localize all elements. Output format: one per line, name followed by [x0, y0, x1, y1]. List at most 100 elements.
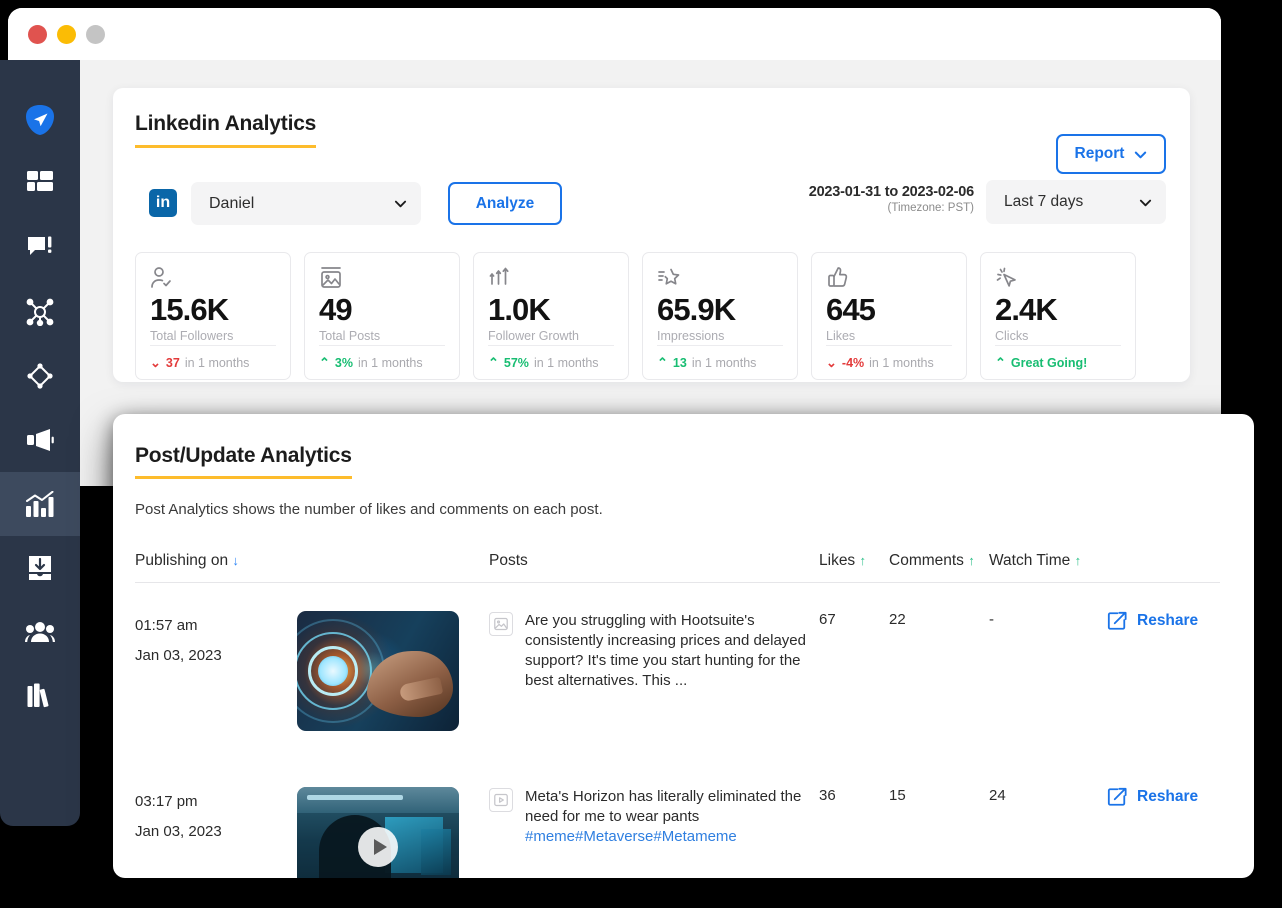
sidebar-item-team[interactable]: [0, 600, 80, 664]
sidebar-item-library[interactable]: [0, 664, 80, 728]
arrow-down-icon: ⌄: [826, 355, 837, 370]
linkedin-analytics-card: Linkedin Analytics Report in Daniel Anal…: [113, 88, 1190, 382]
cell-comments: 22: [889, 611, 906, 628]
stat-label: Total Posts: [319, 329, 381, 343]
stat-delta: ⌃ 57% in 1 months: [488, 346, 614, 379]
stat-card-total-followers: 15.6K Total Followers ⌄ 37 in 1 months: [135, 252, 291, 380]
sort-down-icon[interactable]: ↓: [232, 553, 239, 568]
column-header-likes[interactable]: Likes ↑: [819, 552, 889, 583]
column-header-watch-time[interactable]: Watch Time ↑: [989, 552, 1107, 583]
reshare-icon: [1107, 611, 1127, 630]
arrow-up-icon: ⌃: [488, 355, 499, 370]
thumbs-up-icon: [826, 266, 952, 292]
play-button-overlay[interactable]: [358, 827, 398, 867]
timezone-text: (Timezone: PST): [887, 202, 974, 214]
stat-label: Likes: [826, 329, 856, 343]
stat-delta-value: -4%: [841, 355, 865, 370]
report-button[interactable]: Report: [1056, 134, 1166, 174]
analyze-button[interactable]: Analyze: [448, 182, 562, 225]
send-logo-icon: [26, 105, 54, 135]
stat-delta: ⌃ Great Going!: [995, 346, 1121, 379]
hud-hub: [317, 656, 348, 686]
window-titlebar: [8, 8, 1221, 60]
post-text: Are you struggling with Hootsuite's cons…: [525, 612, 806, 689]
reshare-button[interactable]: Reshare: [1107, 787, 1198, 807]
sidebar-item-send-logo[interactable]: [0, 88, 80, 152]
sidebar-item-discovery[interactable]: [0, 344, 80, 408]
stat-delta-value: 13: [672, 355, 687, 370]
sort-up-icon[interactable]: ↑: [860, 553, 867, 568]
stat-value: 1.0K: [488, 292, 551, 327]
maximize-window-button[interactable]: [86, 24, 105, 44]
column-header-posts[interactable]: Posts: [489, 552, 819, 583]
stat-label: Follower Growth: [488, 329, 579, 343]
stat-card-row: 15.6K Total Followers ⌄ 37 in 1 months 4…: [135, 252, 1162, 380]
sidebar-item-downloads[interactable]: [0, 536, 80, 600]
stat-value: 15.6K: [150, 292, 229, 327]
account-select[interactable]: Daniel: [191, 182, 421, 225]
analytics-chart-icon: [26, 491, 54, 517]
megaphone-icon: [27, 429, 54, 451]
network-nodes-icon: [26, 298, 54, 326]
analytics-controls-row: in Daniel Analyze 2023-01-31 to 2023-02-…: [135, 178, 1166, 238]
sidebar-item-network[interactable]: [0, 280, 80, 344]
post-text-body: Meta's Horizon has literally eliminated …: [525, 788, 802, 825]
comment-edit-icon: [28, 236, 52, 255]
cell-publishing-on: 01:57 am Jan 03, 2023: [135, 583, 297, 760]
stat-card-total-posts: 49 Total Posts ⌃ 3% in 1 months: [304, 252, 460, 380]
post-thumbnail-video[interactable]: [297, 787, 459, 878]
column-header-actions: [1107, 552, 1220, 583]
stat-delta: ⌄ 37 in 1 months: [150, 346, 276, 379]
post-update-analytics-card: Post/Update Analytics Post Analytics sho…: [113, 414, 1254, 878]
chevron-down-icon: [1139, 199, 1152, 206]
close-window-button[interactable]: [28, 24, 47, 44]
column-header-comments[interactable]: Comments ↑: [889, 552, 989, 583]
stat-delta-suffix: in 1 months: [357, 355, 423, 370]
stat-delta: ⌃ 3% in 1 months: [319, 346, 445, 379]
cell-action: Reshare: [1107, 759, 1220, 878]
arrow-up-icon: ⌃: [657, 355, 668, 370]
post-analytics-subtitle: Post Analytics shows the number of likes…: [135, 501, 603, 518]
linkedin-icon: in: [149, 189, 177, 217]
user-check-icon: [150, 266, 276, 292]
image-icon: [489, 612, 513, 636]
column-label: Likes: [819, 552, 856, 569]
stat-label: Clicks: [995, 329, 1029, 343]
reshare-button[interactable]: Reshare: [1107, 611, 1198, 631]
post-date: Jan 03, 2023: [135, 823, 222, 840]
sidebar-item-messages[interactable]: [0, 216, 80, 280]
sidebar-item-analytics[interactable]: [0, 472, 80, 536]
stat-delta-value: Great Going!: [1010, 355, 1088, 370]
cell-publishing-on: 03:17 pm Jan 03, 2023: [135, 759, 297, 878]
stat-value: 645: [826, 292, 876, 327]
sort-up-icon[interactable]: ↑: [968, 553, 975, 568]
period-select[interactable]: Last 7 days: [986, 180, 1166, 224]
screenshot-stage: Linkedin Analytics Report in Daniel Anal…: [0, 0, 1282, 908]
post-time: 03:17 pm: [135, 793, 198, 810]
cursor-click-icon: [995, 266, 1121, 292]
reshare-icon: [1107, 787, 1127, 806]
period-select-value: Last 7 days: [1004, 193, 1084, 210]
stat-card-likes: 645 Likes ⌄ -4% in 1 months: [811, 252, 967, 380]
column-header-publishing-on[interactable]: Publishing on ↓: [135, 552, 297, 583]
stat-card-follower-growth: 1.0K Follower Growth ⌃ 57% in 1 months: [473, 252, 629, 380]
cell-likes: 67: [819, 611, 836, 628]
arrow-down-icon: ⌄: [150, 355, 161, 370]
sidebar-item-dashboard[interactable]: [0, 152, 80, 216]
reshare-label: Reshare: [1137, 612, 1199, 629]
post-hashtags[interactable]: #meme#Metaverse#Metameme: [525, 828, 737, 845]
post-thumbnail-image[interactable]: [297, 611, 459, 731]
stat-delta-suffix: in 1 months: [184, 355, 250, 370]
cell-likes: 36: [819, 787, 836, 804]
stat-delta-suffix: in 1 months: [691, 355, 757, 370]
cell-watch-time: 24: [989, 787, 1006, 804]
video-icon: [489, 788, 513, 812]
stat-delta: ⌄ -4% in 1 months: [826, 346, 952, 379]
sort-up-icon[interactable]: ↑: [1075, 553, 1082, 568]
minimize-window-button[interactable]: [57, 24, 76, 44]
analytics-header-row: Linkedin Analytics Report: [135, 112, 1166, 174]
growth-icon: [488, 266, 614, 292]
sidebar-item-campaigns[interactable]: [0, 408, 80, 472]
post-time: 01:57 am: [135, 617, 198, 634]
stat-delta-value: 37: [165, 355, 180, 370]
